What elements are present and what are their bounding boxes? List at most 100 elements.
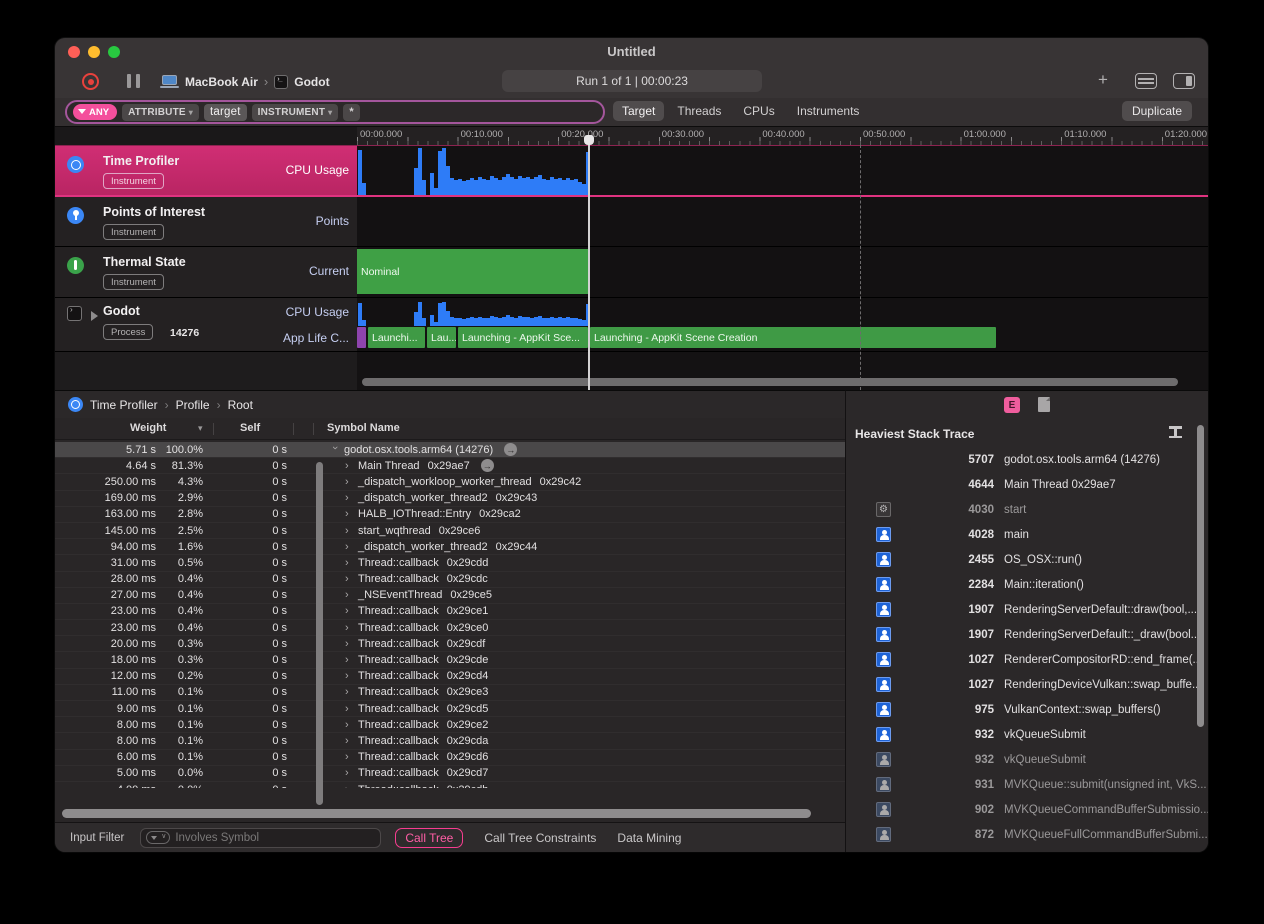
stack-trace-entry[interactable]: 1907RenderingServerDefault::draw(bool,..…	[846, 597, 1208, 622]
breadcrumb-root[interactable]: Root	[228, 398, 253, 412]
call-tree-row[interactable]: 18.00 ms0.3%0 s›Thread::callback0x29cde	[55, 652, 845, 668]
lifecycle-bar[interactable]: Lau...	[427, 327, 456, 348]
stack-trace-entry[interactable]: 1907RenderingServerDefault::_draw(bool..…	[846, 622, 1208, 647]
lifecycle-bar[interactable]: Launchi...	[368, 327, 425, 348]
stack-trace-scrollbar[interactable]	[1197, 425, 1204, 727]
tab-instruments[interactable]: Instruments	[788, 101, 869, 121]
godot-lane[interactable]: Launchi...Lau...Launching - AppKit Sce..…	[357, 298, 1208, 352]
lifecycle-bar[interactable]	[357, 327, 366, 348]
call-tree-row[interactable]: 169.00 ms2.9%0 s›_dispatch_worker_thread…	[55, 491, 845, 507]
call-tree-row[interactable]: 4.64 s81.3%0 s›Main Thread0x29ae7→	[55, 458, 845, 474]
extended-detail-tab-icon[interactable]: E	[1004, 397, 1020, 413]
call-tree-row[interactable]: 31.00 ms0.5%0 s›Thread::callback0x29cdd	[55, 555, 845, 571]
data-mining-button[interactable]: Data Mining	[617, 831, 681, 845]
track-header-time-profiler[interactable]: Time Profiler Instrument CPU Usage	[55, 145, 357, 197]
focus-arrow-icon[interactable]: →	[481, 459, 494, 472]
breadcrumb-profile[interactable]: Profile	[176, 398, 210, 412]
stack-trace-entry[interactable]: 932vkQueueSubmit	[846, 722, 1208, 747]
filter-wildcard-token[interactable]: *	[343, 104, 359, 121]
filter-instrument-token[interactable]: INSTRUMENT▾	[252, 104, 339, 121]
call-tree-row[interactable]: 145.00 ms2.5%0 s›start_wqthread0x29ce6	[55, 523, 845, 539]
chevron-collapsed-icon[interactable]: ›	[345, 638, 353, 650]
stack-trace-entry[interactable]: 902MVKQueueCommandBufferSubmissio...	[846, 797, 1208, 822]
call-tree-row[interactable]: 8.00 ms0.1%0 s›Thread::callback0x29cda	[55, 733, 845, 749]
chevron-collapsed-icon[interactable]: ›	[345, 508, 353, 520]
stack-trace-entry[interactable]: 975VulkanContext::swap_buffers()	[846, 697, 1208, 722]
chevron-collapsed-icon[interactable]: ›	[345, 735, 353, 747]
inspector-toggle-button[interactable]	[1173, 73, 1195, 89]
stack-trace-entry[interactable]: 2284Main::iteration()	[846, 572, 1208, 597]
filter-any-pill[interactable]: ANY	[73, 104, 117, 120]
focus-arrow-icon[interactable]: →	[504, 443, 517, 456]
call-tree-row[interactable]: 250.00 ms4.3%0 s›_dispatch_workloop_work…	[55, 474, 845, 490]
chevron-collapsed-icon[interactable]: ›	[345, 751, 353, 763]
column-weight[interactable]: Weight	[130, 422, 166, 434]
timeline-ruler[interactable]: 00:00.00000:10.00000:20.00000:30.00000:4…	[357, 127, 1208, 145]
track-godot-process[interactable]: Godot Process 14276 CPU Usage App Life C…	[55, 298, 1208, 352]
chevron-collapsed-icon[interactable]: ›	[345, 654, 353, 666]
filter-attribute-token[interactable]: ATTRIBUTE▾	[122, 104, 199, 121]
call-tree-row[interactable]: 11.00 ms0.1%0 s›Thread::callback0x29ce3	[55, 685, 845, 701]
column-self[interactable]: Self	[240, 422, 260, 434]
symbol-filter-input[interactable]	[170, 832, 380, 844]
record-button[interactable]	[82, 73, 99, 90]
pause-button[interactable]	[127, 74, 140, 88]
thermal-nominal-block[interactable]: Nominal	[357, 249, 590, 294]
target-picker[interactable]: MacBook Air › Godot	[160, 73, 330, 90]
stack-trace-entry[interactable]: 2455OS_OSX::run()	[846, 547, 1208, 572]
chevron-expanded-icon[interactable]: ›	[329, 446, 341, 454]
chevron-collapsed-icon[interactable]: ›	[345, 589, 353, 601]
call-tree-row[interactable]: 8.00 ms0.1%0 s›Thread::callback0x29ce2	[55, 717, 845, 733]
call-tree-row[interactable]: 163.00 ms2.8%0 s›HALB_IOThread::Entry0x2…	[55, 507, 845, 523]
call-tree-vscrollbar[interactable]	[316, 462, 323, 805]
chevron-collapsed-icon[interactable]: ›	[345, 719, 353, 731]
stack-trace-entry[interactable]: 1027RendererCompositorRD::end_frame(...	[846, 647, 1208, 672]
chevron-collapsed-icon[interactable]: ›	[345, 460, 353, 472]
playhead-handle[interactable]	[584, 135, 594, 145]
stack-trace-entry[interactable]: 931MVKQueue::submit(unsigned int, VkS...	[846, 772, 1208, 797]
call-tree-hscrollbar[interactable]	[62, 809, 811, 818]
chevron-collapsed-icon[interactable]: ›	[345, 541, 353, 553]
breadcrumb-instrument[interactable]: Time Profiler	[90, 398, 158, 412]
thermal-lane[interactable]: Nominal	[357, 247, 1208, 298]
call-tree-row[interactable]: 12.00 ms0.2%0 s›Thread::callback0x29cd4	[55, 669, 845, 685]
timeline-hscrollbar[interactable]	[362, 378, 1178, 386]
chevron-collapsed-icon[interactable]: ›	[345, 703, 353, 715]
tab-cpus[interactable]: CPUs	[734, 101, 783, 121]
playhead-line[interactable]	[588, 145, 590, 390]
stack-trace-entry[interactable]: 4028main	[846, 522, 1208, 547]
chevron-collapsed-icon[interactable]: ›	[345, 622, 353, 634]
call-tree-row[interactable]: 9.00 ms0.1%0 s›Thread::callback0x29cd5	[55, 701, 845, 717]
chevron-collapsed-icon[interactable]: ›	[345, 525, 353, 537]
stack-trace-entry[interactable]: 932vkQueueSubmit	[846, 747, 1208, 772]
track-time-profiler[interactable]: Time Profiler Instrument CPU Usage	[55, 145, 1208, 197]
call-tree-row[interactable]: 27.00 ms0.4%0 s›_NSEventThread0x29ce5	[55, 588, 845, 604]
chevron-collapsed-icon[interactable]: ›	[345, 557, 353, 569]
chevron-collapsed-icon[interactable]: ›	[345, 573, 353, 585]
tab-target[interactable]: Target	[613, 101, 664, 121]
track-filter-field[interactable]: ANY ATTRIBUTE▾ target INSTRUMENT▾ *	[65, 100, 605, 124]
stack-trace-entry[interactable]: 4644Main Thread 0x29ae7	[846, 472, 1208, 497]
track-header-thermal-state[interactable]: Thermal State Instrument Current	[55, 247, 357, 298]
filter-target-token[interactable]: target	[204, 104, 247, 121]
description-tab-icon[interactable]	[1038, 397, 1050, 412]
symbol-filter-field[interactable]	[140, 828, 381, 848]
lifecycle-bar[interactable]: Launching - AppKit Sce...	[458, 327, 588, 348]
chevron-collapsed-icon[interactable]: ›	[345, 476, 353, 488]
stack-trace-entry[interactable]: 872MVKQueueFullCommandBufferSubmi...	[846, 822, 1208, 847]
chevron-collapsed-icon[interactable]: ›	[345, 605, 353, 617]
stack-trace-entry[interactable]: 1027RenderingDeviceVulkan::swap_buffe...	[846, 672, 1208, 697]
track-thermal-state[interactable]: Thermal State Instrument Current Nominal	[55, 247, 1208, 298]
track-header-godot[interactable]: Godot Process 14276 CPU Usage App Life C…	[55, 298, 357, 352]
points-lane[interactable]	[357, 197, 1208, 247]
duplicate-button[interactable]: Duplicate	[1122, 101, 1192, 121]
chevron-collapsed-icon[interactable]: ›	[345, 686, 353, 698]
call-tree-row[interactable]: 4.00 ms0.0%0 s›Thread::callback0x29cdb	[55, 782, 845, 788]
stack-trace-entry[interactable]: 5707godot.osx.tools.arm64 (14276)	[846, 447, 1208, 472]
cpu-usage-lane[interactable]	[357, 145, 1208, 197]
call-tree-constraints-button[interactable]: Call Tree Constraints	[484, 831, 596, 845]
chevron-collapsed-icon[interactable]: ›	[345, 767, 353, 779]
stack-trace-entry[interactable]: ⚙4030start	[846, 497, 1208, 522]
call-tree-row[interactable]: 5.71 s100.0%0 s›godot.osx.tools.arm64 (1…	[55, 442, 845, 458]
call-tree-button[interactable]: Call Tree	[395, 828, 463, 848]
